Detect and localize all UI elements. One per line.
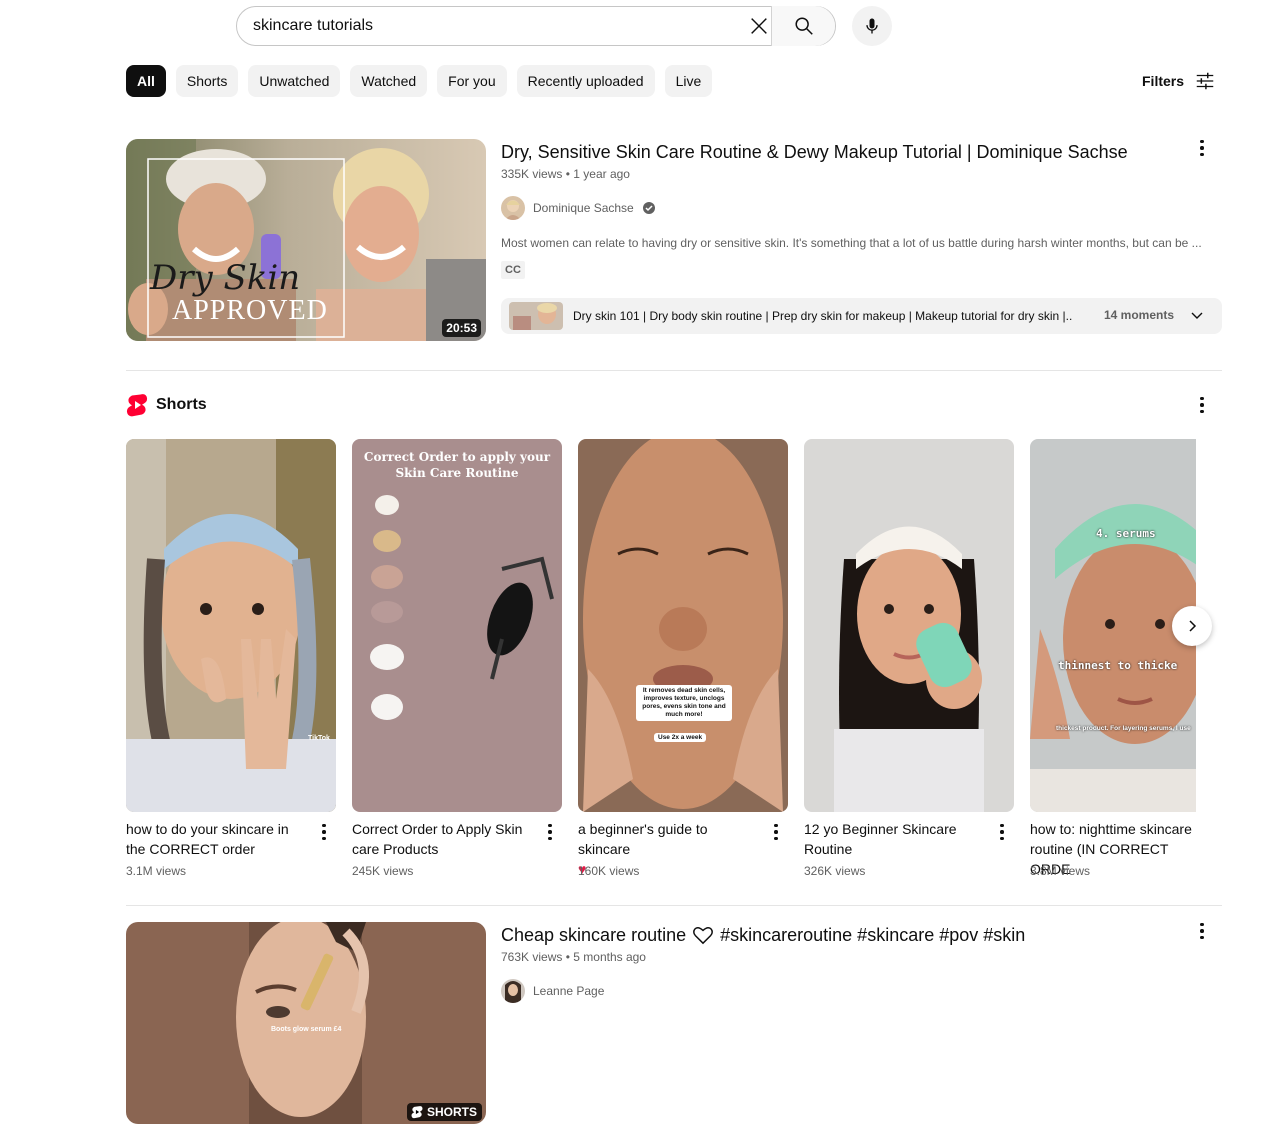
duration-badge: 20:53 bbox=[442, 319, 481, 337]
close-icon bbox=[751, 18, 767, 34]
view-count: 335K views bbox=[501, 167, 563, 181]
cc-badge: CC bbox=[501, 261, 525, 279]
short-overlay-text: TikTok bbox=[308, 735, 330, 742]
short-title-text: a beginner's guide to skincare bbox=[578, 821, 708, 857]
upload-age: 1 year ago bbox=[573, 167, 630, 181]
short-views: 3.8M views bbox=[1030, 864, 1091, 878]
shorts-logo-icon bbox=[126, 394, 148, 417]
sliders-icon bbox=[1196, 72, 1214, 90]
short-thumbnail[interactable]: TikTok bbox=[126, 439, 336, 812]
video-title-text: Cheap skincare routine bbox=[501, 925, 687, 945]
thumb-caption: Boots glow serum £4 bbox=[271, 1026, 342, 1033]
short-overlay-text: Use 2x a week bbox=[654, 733, 707, 742]
thumbnail-image bbox=[126, 922, 486, 1124]
chip-all[interactable]: All bbox=[126, 65, 166, 97]
view-count: 763K views bbox=[501, 950, 563, 964]
shorts-heading: Shorts bbox=[156, 396, 207, 413]
heart-outline-icon bbox=[693, 927, 714, 945]
chip-shorts[interactable]: Shorts bbox=[175, 65, 239, 97]
short-item[interactable]: 12 yo Beginner Skincare Routine 326K vie… bbox=[804, 439, 1014, 878]
filter-chips: All Shorts Unwatched Watched For you Rec… bbox=[126, 65, 713, 97]
channel-link[interactable]: Leanne Page bbox=[501, 979, 604, 1003]
shorts-shelf-header: Shorts bbox=[126, 393, 207, 417]
moment-text: Dry skin 101 | Dry body skin routine | P… bbox=[573, 309, 1073, 323]
microphone-icon bbox=[866, 18, 878, 34]
short-views: 326K views bbox=[804, 864, 866, 878]
search-icon bbox=[794, 17, 813, 35]
video-thumbnail[interactable]: Boots glow serum £4 SHORTS bbox=[126, 922, 486, 1124]
short-thumbnail[interactable] bbox=[804, 439, 1014, 812]
chip-watched[interactable]: Watched bbox=[350, 65, 428, 97]
short-overlay-text: It removes dead skin cells, improves tex… bbox=[636, 685, 732, 721]
search-button[interactable] bbox=[771, 6, 835, 46]
chevron-down-icon bbox=[1191, 312, 1203, 319]
chip-live[interactable]: Live bbox=[664, 65, 713, 97]
short-title[interactable]: Correct Order to Apply Skin care Product… bbox=[352, 819, 528, 859]
video-thumbnail[interactable]: Dry Skin APPROVED 20:53 bbox=[126, 139, 486, 341]
short-overlay-text: Correct Order to apply your Skin Care Ro… bbox=[363, 450, 551, 480]
shorts-logo-icon bbox=[411, 1106, 423, 1119]
verified-icon bbox=[642, 202, 655, 214]
short-item[interactable]: TikTok how to do your skincare in the CO… bbox=[126, 439, 336, 878]
short-thumbnail[interactable]: Correct Order to apply your Skin Care Ro… bbox=[352, 439, 562, 812]
short-more-button[interactable] bbox=[312, 820, 336, 844]
short-more-button[interactable] bbox=[764, 820, 788, 844]
short-overlay-text: 4. serums bbox=[1096, 527, 1156, 540]
moment-thumbnail bbox=[509, 302, 563, 330]
short-more-button[interactable] bbox=[538, 820, 562, 844]
filters-label: Filters bbox=[1142, 73, 1185, 89]
video-meta: 763K views • 5 months ago bbox=[501, 950, 646, 964]
chip-recently-uploaded[interactable]: Recently uploaded bbox=[516, 65, 655, 97]
upload-age: 5 months ago bbox=[573, 950, 646, 964]
short-more-button[interactable] bbox=[990, 820, 1014, 844]
channel-name: Dominique Sachse bbox=[533, 201, 634, 215]
short-item[interactable]: It removes dead skin cells, improves tex… bbox=[578, 439, 788, 878]
shorts-rail: TikTok how to do your skincare in the CO… bbox=[126, 439, 1196, 889]
video-meta: 335K views • 1 year ago bbox=[501, 167, 630, 181]
channel-link[interactable]: Dominique Sachse bbox=[501, 196, 656, 220]
short-item[interactable]: Correct Order to apply your Skin Care Ro… bbox=[352, 439, 562, 878]
channel-name: Leanne Page bbox=[533, 984, 605, 998]
thumbnail-image: Dry Skin APPROVED bbox=[126, 139, 486, 341]
short-views: 160K views bbox=[578, 864, 640, 878]
more-actions-button[interactable] bbox=[1190, 919, 1214, 943]
divider bbox=[126, 370, 1222, 371]
chip-unwatched[interactable]: Unwatched bbox=[248, 65, 341, 97]
voice-search-button[interactable] bbox=[852, 6, 892, 46]
avatar[interactable] bbox=[501, 196, 525, 220]
shorts-badge-label: SHORTS bbox=[426, 1105, 477, 1119]
video-title[interactable]: Cheap skincare routine #skincareroutine … bbox=[501, 922, 1025, 948]
shorts-next-button[interactable] bbox=[1172, 606, 1212, 646]
short-overlay-text: thinnest to thicke bbox=[1058, 659, 1178, 672]
shorts-badge: SHORTS bbox=[406, 1103, 482, 1121]
chevron-right-icon bbox=[1189, 620, 1197, 632]
more-actions-button[interactable] bbox=[1190, 136, 1214, 160]
short-thumbnail[interactable]: It removes dead skin cells, improves tex… bbox=[578, 439, 788, 812]
shorts-more-button[interactable] bbox=[1190, 393, 1214, 417]
chip-for-you[interactable]: For you bbox=[437, 65, 507, 97]
video-title-hashtags: #skincareroutine #skincare #pov #skin bbox=[720, 925, 1026, 945]
short-overlay-text: thickest product. For layering serums, I… bbox=[1056, 725, 1191, 732]
short-title[interactable]: how to do your skincare in the CORRECT o… bbox=[126, 819, 302, 859]
video-title[interactable]: Dry, Sensitive Skin Care Routine & Dewy … bbox=[501, 139, 1128, 165]
divider bbox=[126, 905, 1222, 906]
key-moments-bar[interactable]: Dry skin 101 | Dry body skin routine | P… bbox=[501, 298, 1222, 334]
search-box bbox=[236, 6, 836, 46]
thumb-caps-text: APPROVED bbox=[172, 295, 328, 326]
video-description: Most women can relate to having dry or s… bbox=[501, 236, 1202, 250]
short-views: 245K views bbox=[352, 864, 414, 878]
filters-button[interactable]: Filters bbox=[1142, 70, 1216, 92]
thumb-script-text: Dry Skin bbox=[149, 258, 300, 298]
short-title[interactable]: 12 yo Beginner Skincare Routine bbox=[804, 819, 980, 859]
search-input[interactable] bbox=[253, 7, 733, 45]
short-views: 3.1M views bbox=[126, 864, 187, 878]
moments-count: 14 moments bbox=[1104, 308, 1175, 322]
avatar[interactable] bbox=[501, 979, 525, 1003]
